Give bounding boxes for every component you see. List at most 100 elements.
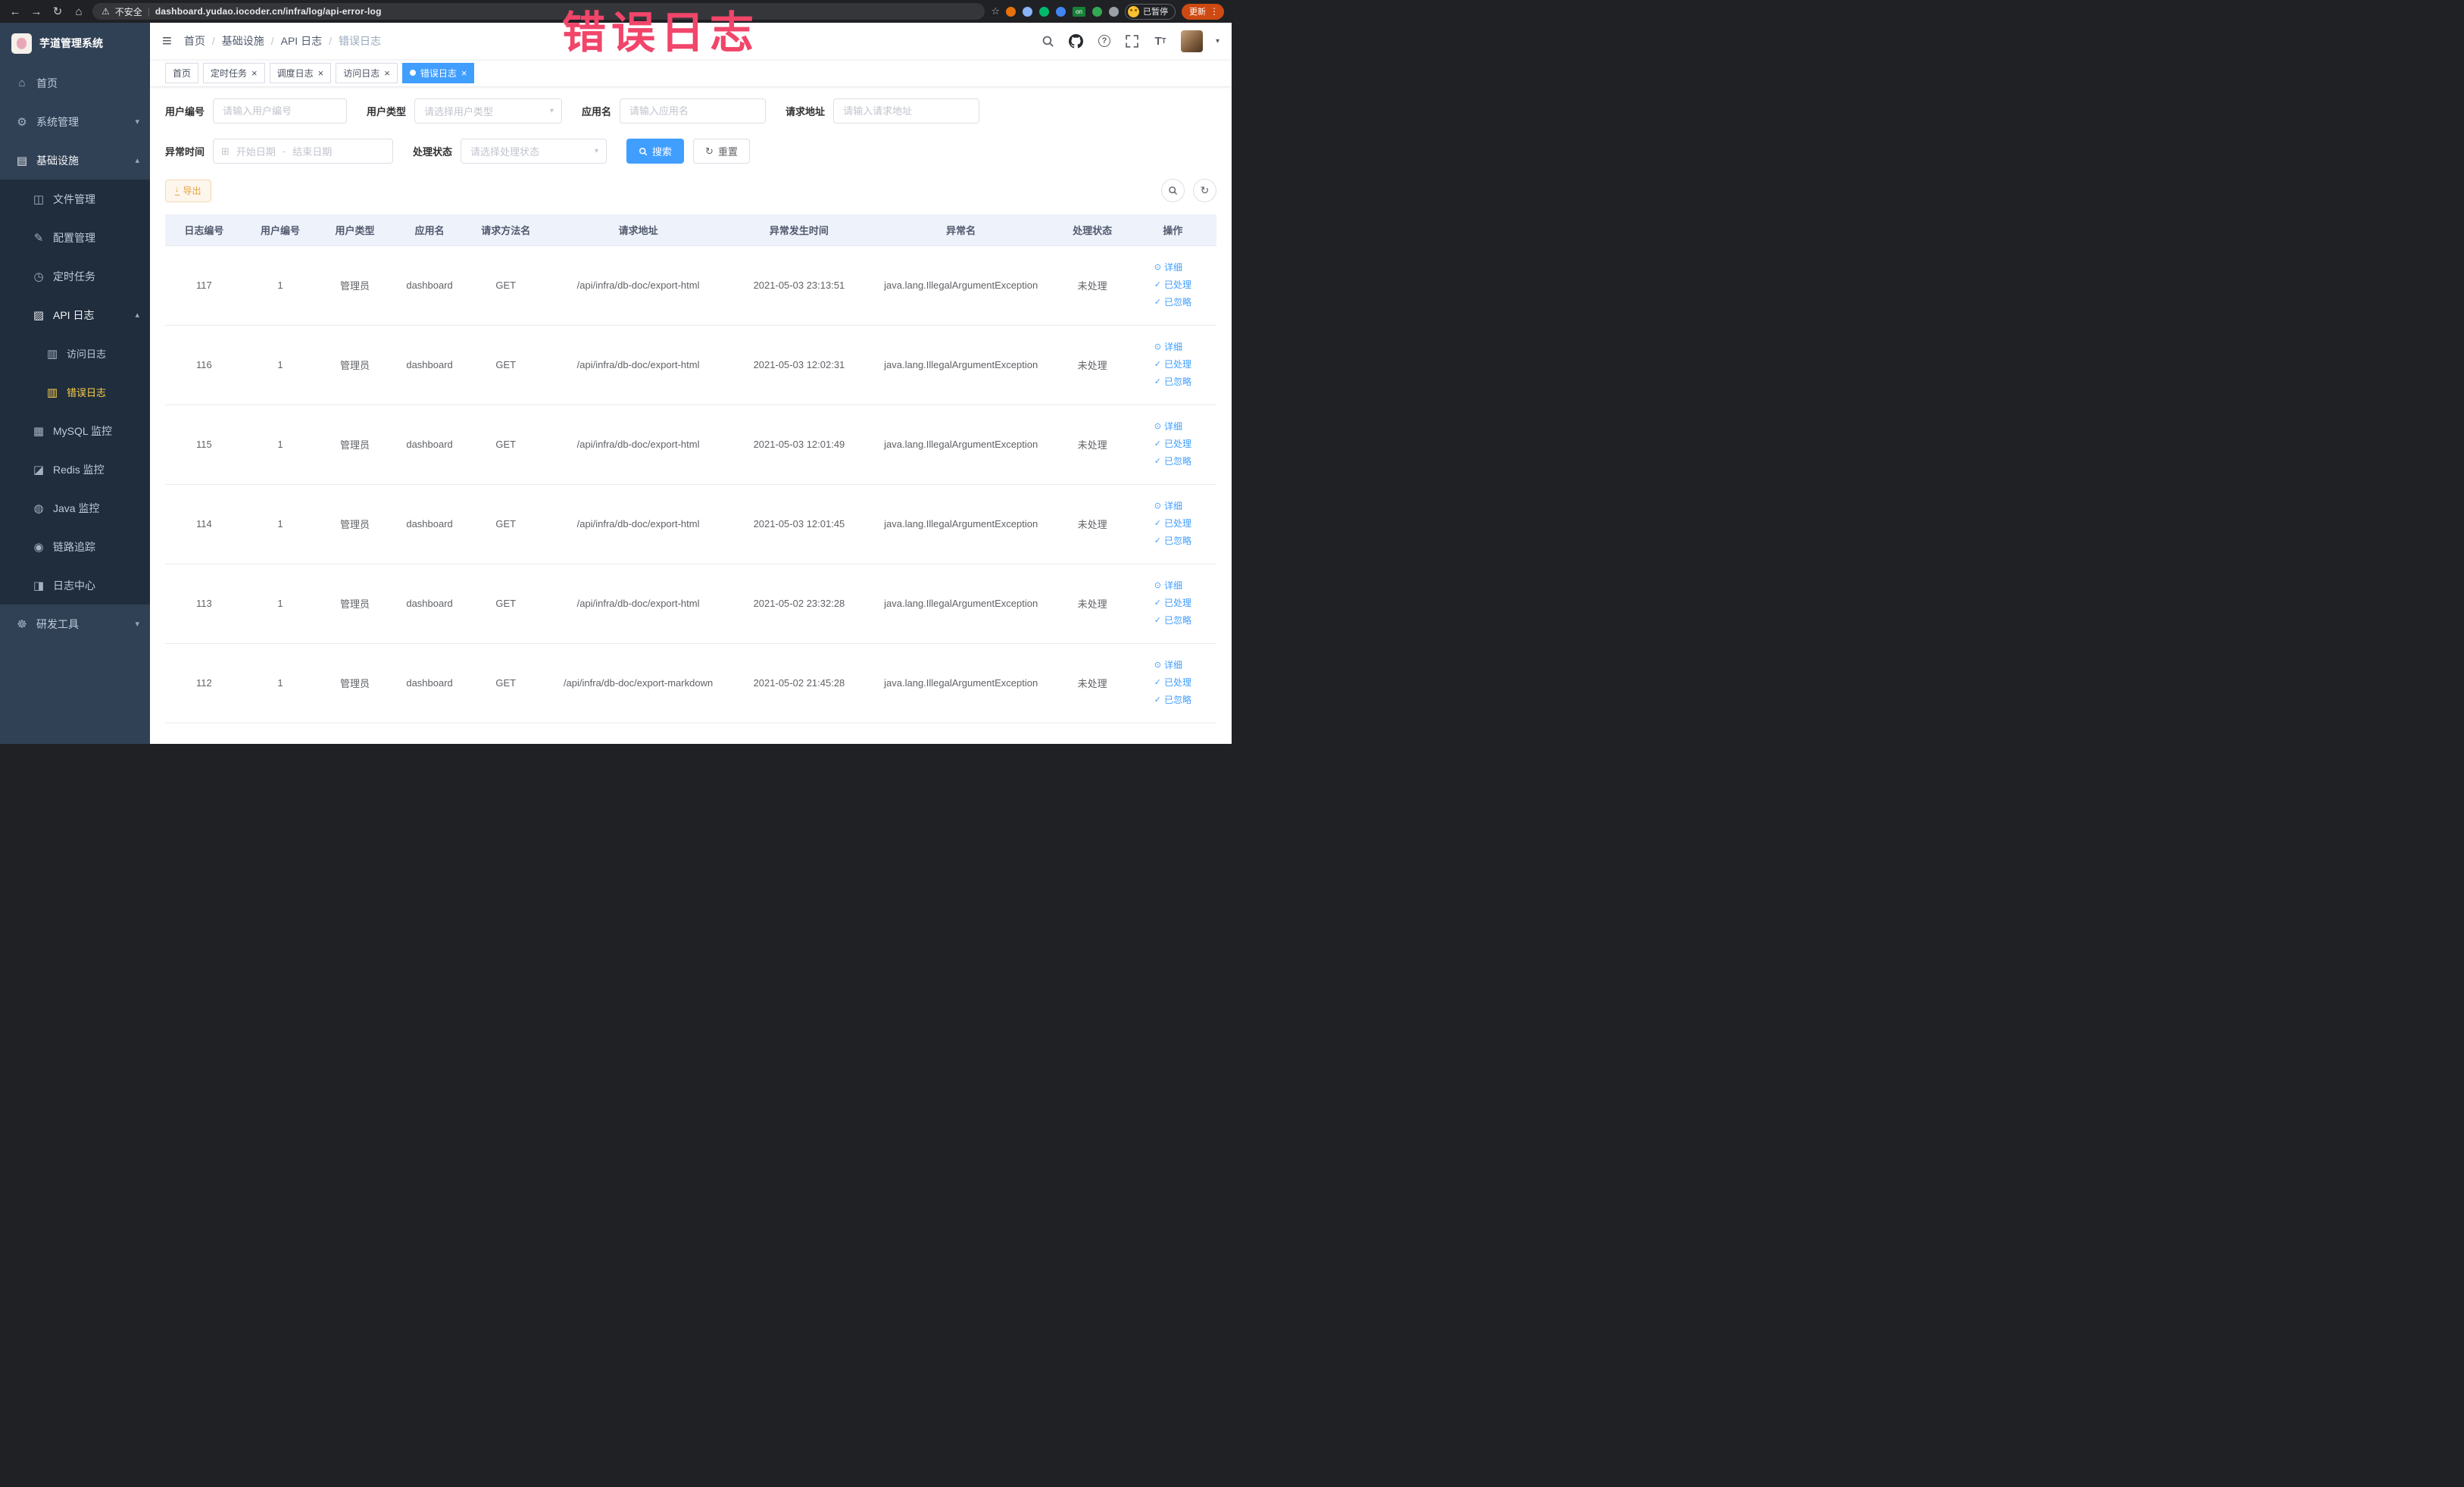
extension-icon-green-leaf[interactable] (1092, 6, 1102, 17)
sidebar-item[interactable]: ▥ 访问日志 (0, 334, 150, 373)
detail-link[interactable]: ⊙ 详细 (1154, 418, 1191, 436)
detail-link[interactable]: ⊙ 详细 (1154, 657, 1191, 674)
extension-icon-blue-grid[interactable] (1056, 6, 1066, 17)
processed-link[interactable]: ✓ 已处理 (1154, 674, 1191, 692)
ignored-link[interactable]: ✓ 已忽略 (1154, 453, 1191, 470)
extension-icon-orange[interactable] (1006, 6, 1016, 17)
detail-link[interactable]: ⊙ 详细 (1154, 498, 1191, 515)
sidebar-item[interactable]: ⚙ 系统管理 ▾ (0, 102, 150, 141)
date-range-picker[interactable]: ⊞ 开始日期 - 结束日期 (213, 139, 394, 164)
detail-link-label: 详细 (1163, 580, 1182, 591)
ignored-link[interactable]: ✓ 已忽略 (1154, 533, 1191, 550)
processed-link[interactable]: ✓ 已处理 (1154, 515, 1191, 533)
sidebar-item[interactable]: ◪ Redis 监控 (0, 450, 150, 489)
ignored-link[interactable]: ✓ 已忽略 (1154, 373, 1191, 391)
extension-icon-green-circle[interactable] (1039, 6, 1049, 17)
refresh-table-button[interactable]: ↻ (1193, 179, 1216, 202)
processed-link-label: 已处理 (1163, 677, 1191, 688)
close-icon[interactable]: × (461, 68, 467, 78)
ignored-link[interactable]: ✓ 已忽略 (1154, 692, 1191, 709)
sidebar-item[interactable]: ◨ 日志中心 (0, 566, 150, 604)
view-tab[interactable]: 错误日志 × (401, 62, 475, 83)
cell-method: GET (467, 405, 545, 485)
cell-status: 未处理 (1055, 405, 1129, 485)
sidebar-item[interactable]: ◷ 定时任务 (0, 257, 150, 295)
user-avatar[interactable] (1180, 30, 1203, 52)
view-tab[interactable]: 访问日志 × (336, 62, 398, 83)
process-status-select[interactable]: 请选择处理状态 ▾ (461, 139, 607, 164)
ignored-link[interactable]: ✓ 已忽略 (1154, 294, 1191, 311)
extension-icon-lightblue[interactable] (1023, 6, 1032, 17)
cell-app: dashboard (392, 643, 467, 723)
sidebar-item[interactable]: ▦ MySQL 监控 (0, 411, 150, 450)
extension-icon-on-badge[interactable]: on (1073, 6, 1085, 17)
sidebar-item[interactable]: ◫ 文件管理 (0, 180, 150, 218)
reset-button[interactable]: ↻ 重置 (693, 139, 750, 164)
github-icon[interactable] (1069, 33, 1084, 48)
app-name-input[interactable] (620, 98, 767, 123)
ignored-link[interactable]: ✓ 已忽略 (1154, 612, 1191, 629)
sidebar-item[interactable]: ✎ 配置管理 (0, 218, 150, 257)
processed-link[interactable]: ✓ 已处理 (1154, 595, 1191, 612)
detail-link[interactable]: ⊙ 详细 (1154, 577, 1191, 595)
font-size-icon[interactable]: TT (1153, 33, 1168, 48)
sidebar-item[interactable]: ▥ 错误日志 (0, 373, 150, 411)
sidebar-item[interactable]: ◍ Java 监控 (0, 489, 150, 527)
sidebar-item[interactable]: ▨ API 日志 ▴ (0, 295, 150, 334)
sidebar-item[interactable]: ☸ 研发工具 ▾ (0, 604, 150, 643)
breadcrumb-item[interactable]: 首页 (184, 33, 205, 48)
search-button[interactable]: 搜索 (626, 139, 685, 164)
cell-time: 2021-05-03 12:01:49 (732, 405, 867, 485)
app-logo-row[interactable]: 芋道管理系统 (0, 23, 150, 64)
bookmark-star-icon[interactable]: ☆ (991, 5, 1000, 17)
update-button[interactable]: 更新 ⋮ (1182, 3, 1224, 20)
toggle-search-button[interactable] (1161, 179, 1185, 202)
close-icon[interactable]: × (251, 68, 258, 78)
reload-icon[interactable]: ↻ (50, 6, 65, 17)
hamburger-icon[interactable]: ≡ (162, 33, 172, 49)
detail-link[interactable]: ⊙ 详细 (1154, 339, 1191, 356)
view-tab[interactable]: 调度日志 × (269, 62, 332, 83)
sidebar-item[interactable]: ⌂ 首页 (0, 64, 150, 102)
processed-link[interactable]: ✓ 已处理 (1154, 276, 1191, 294)
user-id-input[interactable] (213, 98, 348, 123)
kebab-menu-icon[interactable]: ⋮ (1210, 6, 1219, 17)
help-icon[interactable]: ? (1097, 33, 1112, 48)
detail-link[interactable]: ⊙ 详细 (1154, 259, 1191, 276)
close-icon[interactable]: × (384, 68, 390, 78)
address-bar[interactable]: ⚠ 不安全 | dashboard.yudao.iocoder.cn/infra… (92, 3, 985, 20)
cell-status: 未处理 (1055, 484, 1129, 564)
extension-icon-puzzle[interactable] (1109, 6, 1119, 17)
check-icon: ✓ (1154, 598, 1161, 608)
sidebar-item[interactable]: ◉ 链路追踪 (0, 527, 150, 566)
breadcrumb-item[interactable]: API 日志 (281, 33, 322, 48)
cell-app: dashboard (392, 564, 467, 644)
table-row: 116 1 管理员 dashboard GET/api/infra/db-doc/exp… (165, 325, 1216, 405)
forward-icon[interactable]: → (29, 6, 44, 17)
processed-link[interactable]: ✓ 已处理 (1154, 356, 1191, 373)
active-tab-dot (409, 70, 416, 76)
profile-paused-chip[interactable]: 已暂停 (1125, 3, 1176, 20)
back-icon[interactable]: ← (8, 6, 23, 17)
sidebar-item[interactable]: ▤ 基础设施 ▴ (0, 141, 150, 180)
breadcrumb-item[interactable]: 基础设施 (222, 33, 264, 48)
navbar-icons: ? TT ▾ (1041, 30, 1220, 52)
user-type-select[interactable]: 请选择用户类型 ▾ (414, 98, 563, 123)
export-button[interactable]: ↓ 导出 (165, 179, 211, 202)
check-icon: ✓ (1154, 439, 1161, 448)
table-row: 112 1 管理员 dashboard GET/api/infra/db-doc/exp… (165, 643, 1216, 723)
view-tab[interactable]: 首页 (165, 62, 199, 83)
warning-icon: ⚠ (101, 6, 110, 17)
close-icon[interactable]: × (318, 68, 324, 78)
home-button-icon[interactable]: ⌂ (71, 6, 86, 17)
view-tab-label: 首页 (173, 67, 192, 79)
fullscreen-icon[interactable] (1125, 33, 1140, 48)
view-tab[interactable]: 定时任务 × (203, 62, 265, 83)
request-url-input[interactable] (833, 98, 980, 123)
security-label: 不安全 (114, 6, 142, 17)
api-log-icon: ▨ (33, 308, 45, 322)
processed-link[interactable]: ✓ 已处理 (1154, 436, 1191, 453)
search-icon[interactable] (1041, 33, 1056, 48)
chevron-down-icon[interactable]: ▾ (1216, 37, 1220, 45)
date-separator: - (282, 145, 286, 157)
